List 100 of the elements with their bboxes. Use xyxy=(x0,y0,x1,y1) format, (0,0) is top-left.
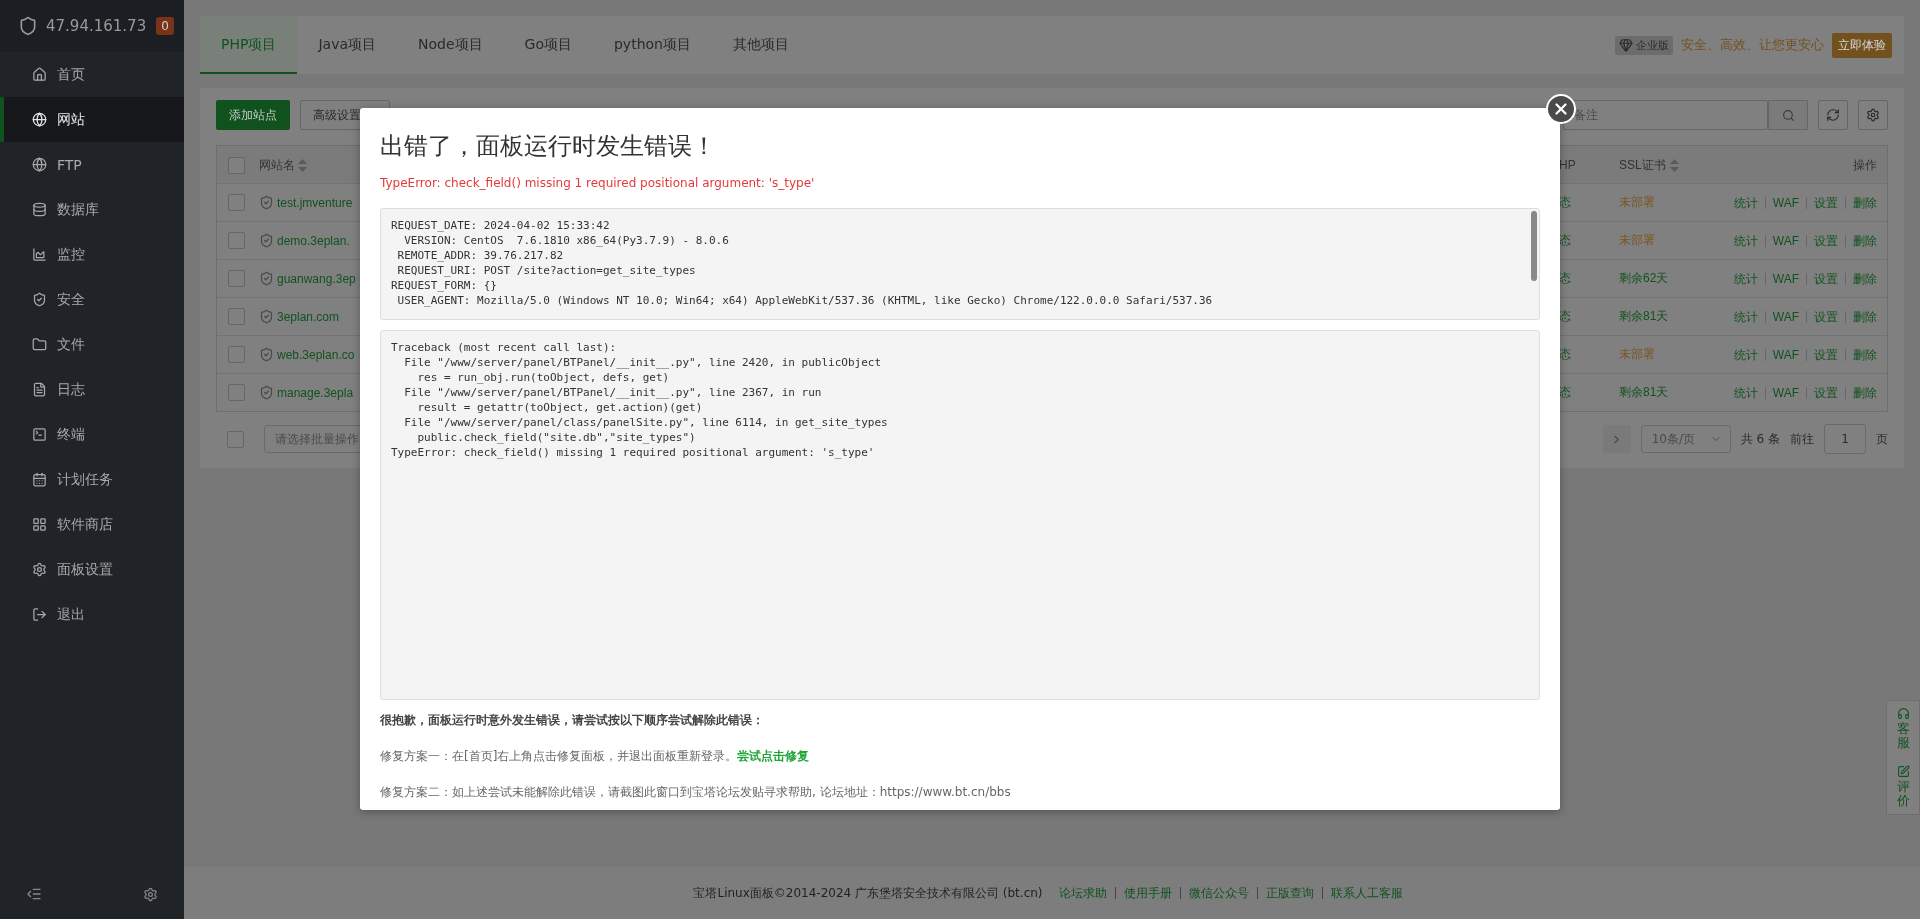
row-action-link[interactable]: WAF xyxy=(1764,272,1806,285)
row-action-link[interactable]: 删除 xyxy=(1845,310,1877,323)
search-button[interactable] xyxy=(1768,100,1808,130)
row-action-link[interactable]: 设置 xyxy=(1806,196,1845,209)
collapse-icon[interactable] xyxy=(26,886,42,902)
repair-link[interactable]: 尝试点击修复 xyxy=(737,749,810,763)
nav-item[interactable]: 文件 xyxy=(0,322,184,367)
shield-icon[interactable] xyxy=(259,233,274,248)
shield-icon[interactable] xyxy=(259,271,274,286)
scrollbar-thumb[interactable] xyxy=(1531,211,1537,281)
row-action-link[interactable]: WAF xyxy=(1764,234,1806,247)
settings-button[interactable] xyxy=(1858,100,1888,130)
site-name-link[interactable]: guanwang.3ep xyxy=(277,271,356,286)
row-action-link[interactable]: WAF xyxy=(1764,386,1806,399)
footer-link[interactable]: 正版查询 xyxy=(1256,887,1322,899)
footer-link[interactable]: 联系人工客服 xyxy=(1321,887,1411,899)
project-tab[interactable]: PHP项目 xyxy=(200,16,298,74)
row-action-link[interactable]: 删除 xyxy=(1845,196,1877,209)
site-name-link[interactable]: demo.3eplan. xyxy=(277,233,350,248)
shield-icon[interactable] xyxy=(259,385,274,400)
nav-item[interactable]: 面板设置 xyxy=(0,547,184,592)
row-action-link[interactable]: WAF xyxy=(1764,348,1806,361)
project-tab[interactable]: 其他项目 xyxy=(711,16,810,74)
row-action-link[interactable]: 删除 xyxy=(1845,348,1877,361)
project-tab[interactable]: python项目 xyxy=(592,16,712,74)
row-action-link[interactable]: 设置 xyxy=(1806,272,1845,285)
nav-item[interactable]: 退出 xyxy=(0,592,184,637)
nav-item[interactable]: 终端 xyxy=(0,412,184,457)
ssl-status[interactable]: 未部署 xyxy=(1619,346,1655,363)
project-tab[interactable]: Node项目 xyxy=(397,16,504,74)
ssl-status[interactable]: 未部署 xyxy=(1619,232,1655,249)
site-name-link[interactable]: 3eplan.com xyxy=(277,309,340,324)
project-tab[interactable]: Java项目 xyxy=(297,16,397,74)
row-action-link[interactable]: 统计 xyxy=(1726,196,1765,209)
widget-label[interactable]: 评价 xyxy=(1896,779,1910,809)
nav-item[interactable]: 数据库 xyxy=(0,187,184,232)
document-icon xyxy=(32,382,47,397)
headset-icon[interactable] xyxy=(1896,707,1910,720)
add-site-button[interactable]: 添加站点 xyxy=(216,100,290,130)
diamond-icon xyxy=(1619,38,1633,52)
page-input[interactable]: 1 xyxy=(1824,424,1866,454)
nav-item[interactable]: 安全 xyxy=(0,277,184,322)
try-now-button[interactable]: 立即体验 xyxy=(1832,32,1892,58)
row-action-link[interactable]: 统计 xyxy=(1726,386,1765,399)
widget-label[interactable]: 客服 xyxy=(1896,722,1910,751)
nav-item[interactable]: 软件商店 xyxy=(0,502,184,547)
edit-icon[interactable] xyxy=(1896,764,1910,778)
row-checkbox[interactable] xyxy=(227,232,245,249)
row-action-link[interactable]: 删除 xyxy=(1845,386,1877,399)
logo-icon xyxy=(18,16,38,36)
nav-item[interactable]: 计划任务 xyxy=(0,457,184,502)
row-action-link[interactable]: 设置 xyxy=(1806,348,1845,361)
shield-icon[interactable] xyxy=(259,309,274,324)
site-name-link[interactable]: test.jmventure xyxy=(277,195,353,210)
ssl-status[interactable]: 未部署 xyxy=(1619,194,1655,211)
row-checkbox[interactable] xyxy=(227,194,245,211)
row-action-link[interactable]: 统计 xyxy=(1726,310,1765,323)
footer-link[interactable]: 论坛求助 xyxy=(1050,887,1115,899)
shield-icon[interactable] xyxy=(259,195,274,210)
site-name-link[interactable]: web.3eplan.co xyxy=(277,347,355,362)
row-action-link[interactable]: WAF xyxy=(1764,196,1806,209)
ssl-status[interactable]: 剩余81天 xyxy=(1619,384,1669,401)
select-all-checkbox[interactable] xyxy=(227,156,245,174)
row-checkbox[interactable] xyxy=(227,308,245,325)
row-action-link[interactable]: 统计 xyxy=(1726,348,1765,361)
next-page-button[interactable] xyxy=(1602,425,1631,453)
notification-badge[interactable]: 0 xyxy=(156,17,174,35)
footer-link[interactable]: 微信公众号 xyxy=(1179,887,1257,899)
column-header[interactable]: SSL证书 xyxy=(1619,156,1666,174)
project-tab[interactable]: Go项目 xyxy=(503,16,593,74)
row-action-link[interactable]: 删除 xyxy=(1845,272,1877,285)
column-header[interactable]: 网站名 xyxy=(259,156,295,174)
row-action-link[interactable]: 删除 xyxy=(1845,234,1877,247)
refresh-button[interactable] xyxy=(1818,100,1848,130)
home-icon xyxy=(32,67,47,82)
row-action-link[interactable]: WAF xyxy=(1764,310,1806,323)
nav-item[interactable]: 首页 xyxy=(0,52,184,97)
nav-item[interactable]: FTP xyxy=(0,142,184,187)
row-action-link[interactable]: 设置 xyxy=(1806,386,1845,399)
sort-icon[interactable] xyxy=(298,158,307,172)
row-checkbox[interactable] xyxy=(227,346,245,363)
nav-item[interactable]: 网站 xyxy=(0,97,184,142)
code-line: public.check_field("site.db","site_types") xyxy=(416,430,697,445)
promo-text: 安全、高效、让您更安心 xyxy=(1681,36,1824,54)
nav-item[interactable]: 日志 xyxy=(0,367,184,412)
ssl-status[interactable]: 剩余81天 xyxy=(1619,308,1669,325)
row-checkbox[interactable] xyxy=(227,384,245,401)
shield-icon[interactable] xyxy=(259,347,274,362)
nav-item[interactable]: 监控 xyxy=(0,232,184,277)
footer-link[interactable]: 使用手册 xyxy=(1114,887,1180,899)
site-name-link[interactable]: manage.3epla xyxy=(277,385,354,400)
row-action-link[interactable]: 统计 xyxy=(1726,234,1765,247)
row-action-link[interactable]: 统计 xyxy=(1726,272,1765,285)
row-action-link[interactable]: 设置 xyxy=(1806,234,1845,247)
ssl-status[interactable]: 剩余62天 xyxy=(1619,270,1669,287)
sort-icon[interactable] xyxy=(1669,158,1679,172)
batch-checkbox[interactable] xyxy=(226,430,244,448)
settings-icon[interactable] xyxy=(143,886,158,902)
row-action-link[interactable]: 设置 xyxy=(1806,310,1845,323)
row-checkbox[interactable] xyxy=(227,270,245,287)
